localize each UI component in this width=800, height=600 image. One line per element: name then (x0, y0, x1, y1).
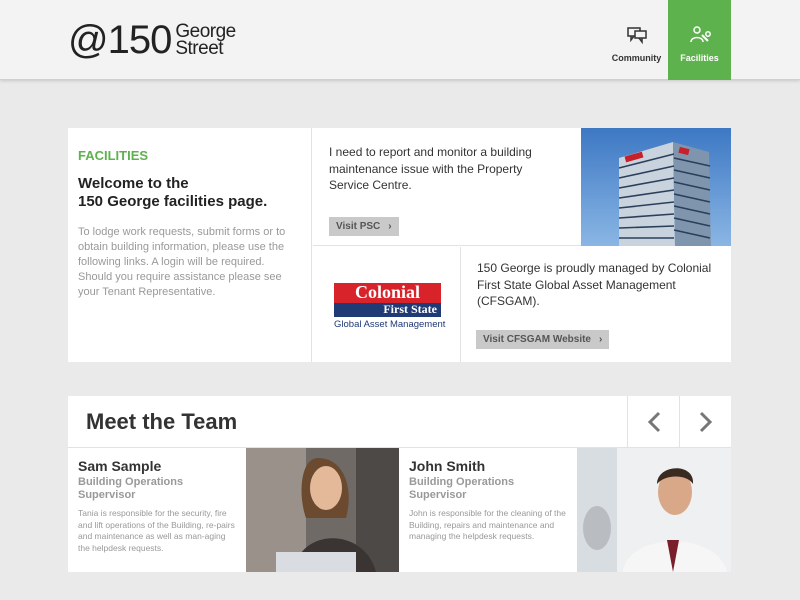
member-role: Building Operations Supervisor (78, 476, 184, 501)
nav-facilities-label: Facilities (680, 53, 719, 63)
chevron-right-icon: › (598, 334, 603, 345)
chevron-right-icon: › (388, 221, 392, 232)
page-title-line-2: 150 George facilities page. (78, 193, 268, 210)
team-prev-button[interactable] (627, 396, 679, 448)
cfsgam-text: 150 George is proudly managed by Colonia… (477, 261, 712, 308)
member-photo (246, 448, 399, 572)
speech-bubbles-icon (626, 27, 647, 45)
nav-community[interactable]: Community (605, 0, 668, 80)
cfs-logo-line-1: Colonial (334, 283, 441, 303)
facilities-panel: FACILITIES Welcome to the 150 George fac… (68, 128, 731, 362)
team-next-button[interactable] (679, 396, 731, 448)
team-section: Meet the Team Sam Sample Building Operat… (68, 396, 731, 572)
chevron-left-icon (647, 411, 660, 433)
site-logo[interactable]: @150 George Street (68, 18, 236, 62)
visit-psc-button[interactable]: Visit PSC › (329, 217, 399, 236)
member-role: Building Operations Supervisor (409, 476, 515, 501)
cfsgam-logo-cell: Colonial First State Global Asset Manage… (313, 247, 461, 362)
member-description: Tania is responsible for the security, f… (78, 508, 235, 553)
colonial-first-state-logo: Colonial First State Global Asset Manage… (334, 283, 446, 330)
member-description: John is responsible for the cleaning of … (409, 508, 566, 541)
visit-cfsgam-button[interactable]: Visit CFSGAM Website › (476, 330, 610, 349)
logo-prefix: @150 (68, 18, 172, 62)
member-name: John Smith (409, 458, 486, 474)
team-member-card: Sam Sample Building Operations Superviso… (68, 448, 246, 572)
section-eyebrow: FACILITIES (78, 148, 149, 163)
logo-word-street: Street (175, 38, 224, 59)
team-member-card: John Smith Building Operations Superviso… (399, 448, 577, 572)
visit-cfsgam-label: Visit CFSGAM Website (483, 334, 591, 345)
wrench-person-icon (689, 26, 711, 43)
site-header: @150 George Street Community Facilities (0, 0, 800, 80)
cfs-logo-line-3: Global Asset Management (334, 319, 446, 330)
nav-community-label: Community (611, 53, 662, 63)
psc-text: I need to report and monitor a building … (329, 145, 532, 192)
chevron-right-icon (699, 411, 712, 433)
cfs-logo-line-2: First State (334, 303, 441, 317)
member-photo (577, 448, 731, 572)
cfsgam-card: 150 George is proudly managed by Colonia… (461, 247, 731, 362)
page-title: Welcome to the 150 George facilities pag… (78, 175, 301, 211)
intro-body: To lodge work requests, submit forms or … (78, 226, 286, 298)
team-header: Meet the Team (68, 396, 731, 448)
logo-word: George Street (175, 22, 236, 59)
team-title: Meet the Team (86, 409, 238, 434)
facilities-intro: FACILITIES Welcome to the 150 George fac… (68, 128, 312, 362)
nav-facilities[interactable]: Facilities (668, 0, 731, 80)
psc-card: I need to report and monitor a building … (313, 128, 581, 246)
building-photo (581, 128, 731, 246)
visit-psc-label: Visit PSC (336, 221, 381, 232)
member-name: Sam Sample (78, 458, 162, 474)
page-title-line-1: Welcome to the (78, 175, 189, 192)
